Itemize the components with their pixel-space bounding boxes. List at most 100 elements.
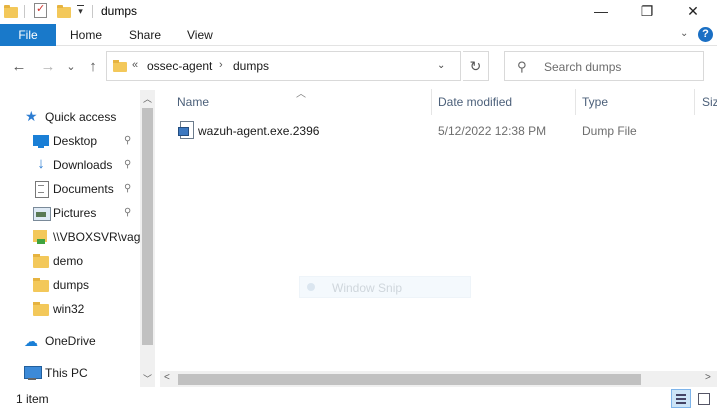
- computer-icon: [24, 365, 42, 381]
- column-header-name[interactable]: Name: [177, 95, 209, 109]
- forward-button[interactable]: →: [39, 58, 57, 76]
- file-name: wazuh-agent.exe.2396: [198, 124, 320, 138]
- breadcrumb-ossec-agent[interactable]: ossec-agent: [147, 59, 212, 73]
- desktop-icon: [33, 133, 49, 149]
- scroll-left-icon[interactable]: <: [164, 372, 170, 383]
- file-list: ︿ Name Date modified Type Size wazuh-age…: [160, 87, 717, 387]
- breadcrumb-dumps[interactable]: dumps: [233, 59, 269, 73]
- sort-ascending-icon: ︿: [296, 89, 306, 100]
- details-view-button[interactable]: [671, 389, 691, 408]
- refresh-button[interactable]: ↻: [463, 51, 489, 81]
- pin-icon[interactable]: ⚲: [124, 207, 131, 218]
- sidebar-item-label: Desktop: [53, 134, 98, 148]
- scrollbar-thumb[interactable]: [142, 108, 153, 345]
- sidebar-item-label: Downloads: [53, 158, 113, 172]
- documents-icon: [33, 181, 49, 198]
- divider: [92, 5, 93, 18]
- sidebar-item-label: \\VBOXSVR\vagrant: [53, 230, 140, 244]
- snip-label: Window Snip: [332, 281, 403, 295]
- folder-icon: [33, 301, 49, 317]
- sidebar-item-label: Documents: [53, 182, 114, 196]
- sidebar-item-quick-access[interactable]: ★ Quick access: [0, 106, 140, 128]
- breadcrumb-separator[interactable]: ›: [219, 59, 223, 71]
- sidebar-item-label: demo: [53, 254, 84, 268]
- column-divider[interactable]: [694, 89, 695, 115]
- divider: [24, 5, 25, 18]
- sidebar-item-dumps[interactable]: dumps: [0, 274, 140, 296]
- item-count: 1 item: [16, 392, 49, 406]
- back-button[interactable]: ←: [10, 58, 28, 76]
- column-divider[interactable]: [431, 89, 432, 115]
- column-header-size[interactable]: Size: [702, 95, 717, 109]
- tab-home[interactable]: Home: [70, 24, 102, 46]
- recent-locations-button[interactable]: ⌄: [64, 58, 78, 76]
- snip-icon: [307, 283, 315, 291]
- pin-icon[interactable]: ⚲: [124, 159, 131, 170]
- search-box[interactable]: ⚲ Search dumps: [504, 51, 704, 81]
- address-dropdown-icon[interactable]: ⌄: [437, 60, 445, 71]
- star-icon: ★: [25, 108, 38, 124]
- navigation-bar: ← → ⌄ ↑ « ossec-agent › dumps ⌄ ↻ ⚲ Sear…: [0, 47, 717, 87]
- maximize-button[interactable]: ❐: [624, 0, 670, 24]
- download-icon: ↓: [37, 155, 45, 172]
- navigation-pane: ★ Quick access Desktop ⚲ ↓ Downloads ⚲ D…: [0, 90, 155, 387]
- sidebar-item-label: Quick access: [45, 110, 117, 124]
- column-divider[interactable]: [575, 89, 576, 115]
- status-bar: 1 item: [0, 388, 717, 410]
- sidebar-item-demo[interactable]: demo: [0, 250, 140, 272]
- pin-icon[interactable]: ⚲: [124, 183, 131, 194]
- tab-file[interactable]: File: [0, 24, 56, 46]
- close-button[interactable]: ✕: [670, 0, 716, 24]
- cloud-icon: ☁: [24, 333, 38, 349]
- horizontal-scrollbar[interactable]: < >: [160, 371, 717, 387]
- expand-ribbon-icon[interactable]: ⌄: [680, 29, 690, 39]
- sidebar-item-documents[interactable]: Documents ⚲: [0, 178, 140, 200]
- file-type: Dump File: [582, 124, 637, 138]
- sidebar-item-label: dumps: [53, 278, 90, 292]
- column-header-date-modified[interactable]: Date modified: [438, 95, 512, 109]
- help-icon[interactable]: ?: [698, 27, 713, 42]
- sidebar-item-label: This PC: [45, 366, 88, 380]
- network-folder-icon: [33, 229, 49, 245]
- sidebar-item-win32[interactable]: win32: [0, 298, 140, 320]
- sidebar-item-desktop[interactable]: Desktop ⚲: [0, 130, 140, 152]
- tab-share[interactable]: Share: [129, 24, 161, 46]
- sidebar-item-downloads[interactable]: ↓ Downloads ⚲: [0, 154, 140, 176]
- up-button[interactable]: ↑: [84, 58, 102, 76]
- pin-icon[interactable]: ⚲: [124, 135, 131, 146]
- scroll-down-icon[interactable]: ﹀: [143, 372, 152, 385]
- title-bar: ▾ dumps — ❐ ✕: [0, 0, 717, 24]
- properties-icon[interactable]: [34, 2, 47, 18]
- table-row[interactable]: wazuh-agent.exe.2396 5/12/2022 12:38 PM …: [176, 120, 716, 142]
- column-header-type[interactable]: Type: [582, 95, 608, 109]
- sidebar-item-label: OneDrive: [45, 334, 96, 348]
- large-icons-view-button[interactable]: [693, 389, 713, 408]
- tab-view[interactable]: View: [187, 24, 213, 46]
- address-bar[interactable]: « ossec-agent › dumps ⌄: [106, 51, 461, 81]
- breadcrumb-overflow[interactable]: «: [132, 59, 138, 71]
- folder-icon: [33, 277, 49, 293]
- folder-icon: [33, 253, 49, 269]
- ribbon-tabs: File Home Share View ⌄ ?: [0, 24, 717, 46]
- scrollbar-thumb[interactable]: [178, 374, 641, 385]
- sidebar-item-vboxsvr[interactable]: \\VBOXSVR\vagrant: [0, 226, 140, 248]
- file-date: 5/12/2022 12:38 PM: [438, 124, 547, 138]
- sidebar-item-onedrive[interactable]: ☁ OneDrive: [0, 330, 140, 352]
- folder-icon[interactable]: [4, 4, 18, 18]
- scroll-right-icon[interactable]: >: [705, 372, 711, 383]
- dump-file-icon: [178, 121, 194, 139]
- folder-icon: [113, 60, 127, 72]
- search-input[interactable]: Search dumps: [544, 60, 621, 74]
- sidebar-item-label: win32: [53, 302, 85, 316]
- sidebar-item-this-pc[interactable]: This PC: [0, 362, 140, 384]
- new-folder-icon[interactable]: [57, 4, 71, 18]
- window-snip-overlay: Window Snip: [299, 276, 471, 298]
- window-title: dumps: [101, 4, 138, 18]
- sidebar-item-label: Pictures: [53, 206, 97, 220]
- minimize-button[interactable]: —: [578, 0, 624, 24]
- scroll-up-icon[interactable]: ︿: [143, 92, 152, 105]
- customize-toolbar-icon[interactable]: ▾: [76, 5, 85, 17]
- sidebar-item-pictures[interactable]: Pictures ⚲: [0, 202, 140, 224]
- navigation-pane-scrollbar[interactable]: ︿ ﹀: [140, 90, 155, 387]
- pictures-icon: [33, 205, 51, 221]
